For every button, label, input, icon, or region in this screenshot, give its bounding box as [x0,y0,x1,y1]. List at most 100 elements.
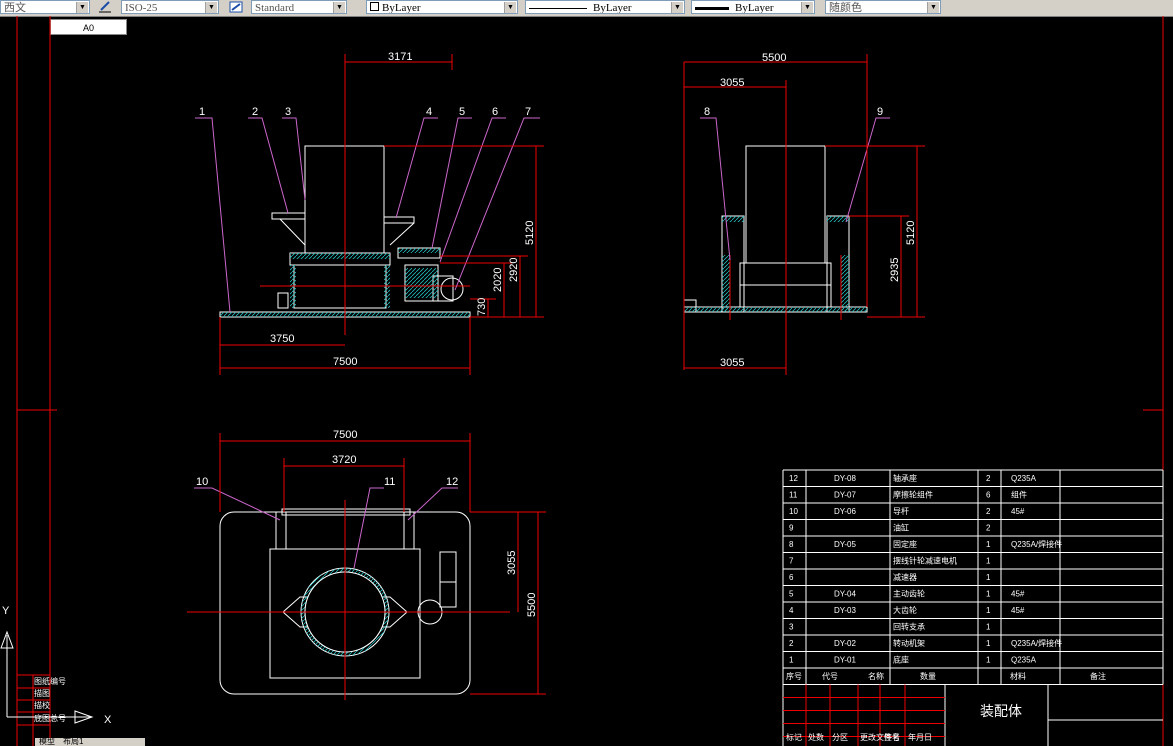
strip-label: 描校 [34,700,50,710]
balloon-labels: 8 9 [704,106,883,118]
bom-row-no: 1 [789,656,794,665]
signoff-cell: 年月日 [908,732,932,742]
balloon: 8 [704,106,710,118]
front-view: 1 2 3 4 5 6 7 3171 5120 2920 2020 730 37… [195,51,544,375]
plan-view: 10 11 12 7500 3720 3055 5500 [187,429,546,700]
bom-row-qty: 2 [986,524,991,533]
chevron-down-icon[interactable]: ▼ [333,2,345,13]
color-control-select[interactable]: ByLayer ▼ [366,0,518,14]
dimension-style-icon[interactable] [98,0,112,14]
bom-row-qty: 1 [986,540,991,549]
drawing-title: 装配体 [980,703,1022,719]
strip-label: 描图 [34,688,50,698]
properties-toolbar: 西文 ▼ ISO-25 ▼ Standard ▼ ByLayer ▼ ByLay… [0,0,1173,17]
chevron-down-icon[interactable]: ▼ [76,2,88,13]
bom-row-code: DY-06 [834,507,856,516]
chevron-down-icon[interactable]: ▼ [504,2,516,13]
dim-text: 3750 [270,333,294,345]
dimension-style-value: ISO-25 [125,2,158,14]
side-view: 8 9 5500 3055 5120 2935 3055 [683,52,925,375]
chevron-down-icon[interactable]: ▼ [671,2,683,13]
bom-row-material: Q235A/焊接件 [1011,638,1062,648]
bom-row-qty: 1 [986,573,991,582]
text-style-value: 西文 [4,2,26,14]
bom-row-code: DY-08 [834,474,856,483]
bom-row-code: DY-01 [834,656,856,665]
plot-style-value: 随颜色 [829,2,862,14]
dim-text: 3055 [720,77,744,89]
bom-row-no: 8 [789,540,794,549]
linetype-sample-icon [529,7,587,9]
bom-row-qty: 1 [986,639,991,648]
chevron-down-icon[interactable]: ▼ [927,2,939,13]
table-style-select[interactable]: Standard ▼ [251,0,347,14]
bom-header-cell: 备注 [1090,671,1106,681]
balloon: 6 [492,106,498,118]
bom-row-qty: 1 [986,656,991,665]
dimension-style-select[interactable]: ISO-25 ▼ [121,0,219,14]
bom-row-code: DY-04 [834,590,856,599]
bom-row-material: Q235A/焊接件 [1011,539,1062,549]
signoff-cell: 标记 [786,732,802,742]
bom-row-name: 轴承座 [893,473,917,483]
bom-header-cell: 序号 [786,671,802,681]
table-style-icon[interactable] [229,0,243,14]
bom-row-code: DY-07 [834,491,856,500]
drawing-canvas[interactable]: 图纸编号 描图 描校 底图总号 Y X 1 2 3 4 5 6 7 3171 5… [0,16,1173,746]
bom-row-no: 5 [789,590,794,599]
dim-text: 3055 [506,551,518,575]
sheet-frame [16,16,1164,746]
signoff-cell: 分区 [832,733,848,742]
dim-text: 730 [476,298,488,316]
balloon: 9 [877,106,883,118]
balloon-labels: 1 2 3 4 5 6 7 [199,106,531,118]
bom-row-material: 45# [1011,507,1025,516]
balloon: 4 [426,106,432,118]
balloon-labels: 10 11 12 [196,476,458,488]
model-layout-tabs: 模型 布局1 [35,738,145,746]
bom-row-no: 11 [789,491,798,500]
ucs-x-label: X [104,714,112,726]
plot-style-select[interactable]: 随颜色 ▼ [825,0,941,14]
bom-row-no: 7 [789,557,794,566]
bom-row-code: DY-05 [834,540,856,549]
bom-row-qty: 1 [986,557,991,566]
dim-text: 7500 [333,356,357,368]
bom-row-qty: 2 [986,507,991,516]
linetype-value: ByLayer [593,2,632,14]
signoff-cell: 签名 [884,732,900,742]
chevron-down-icon[interactable]: ▼ [205,2,217,13]
bom-row-no: 6 [789,573,794,582]
text-style-select[interactable]: 西文 ▼ [0,0,90,14]
tab-model[interactable]: 模型 [35,738,59,746]
chevron-down-icon[interactable]: ▼ [801,2,813,13]
bom-header-cell: 材料 [1010,671,1026,681]
bom-row-qty: 1 [986,623,991,632]
bom-row-name: 大齿轮 [893,605,917,615]
bom-row-name: 底座 [893,655,909,665]
bom-row-name: 固定座 [893,539,917,549]
balloon: 12 [446,476,458,488]
bom-header-cell: 名称 [868,671,884,681]
bom-row-material: Q235A [1011,656,1037,665]
balloon: 7 [525,106,531,118]
bom-row-name: 转动机架 [893,638,925,648]
color-value: ByLayer [382,2,421,14]
lineweight-control-select[interactable]: ByLayer ▼ [691,0,815,14]
balloon: 1 [199,106,205,118]
strip-label: 底图总号 [34,713,66,723]
bom-row-name: 油缸 [893,523,909,533]
dim-text: 3171 [388,51,412,63]
dim-text: 5500 [762,52,786,64]
bom-row-material: 组件 [1011,490,1027,500]
dim-text: 2935 [889,258,901,282]
bom-header-cell: 数量 [920,671,936,681]
dimension-texts: 3171 5120 2920 2020 730 3750 7500 [270,51,536,368]
bom-row-no: 12 [789,474,798,483]
table-style-value: Standard [255,2,295,14]
linetype-control-select[interactable]: ByLayer ▼ [525,0,685,14]
bom-row-code: DY-02 [834,639,856,648]
dim-text: 3055 [720,357,744,369]
balloon: 11 [384,476,395,488]
tab-layout1[interactable]: 布局1 [59,738,87,746]
